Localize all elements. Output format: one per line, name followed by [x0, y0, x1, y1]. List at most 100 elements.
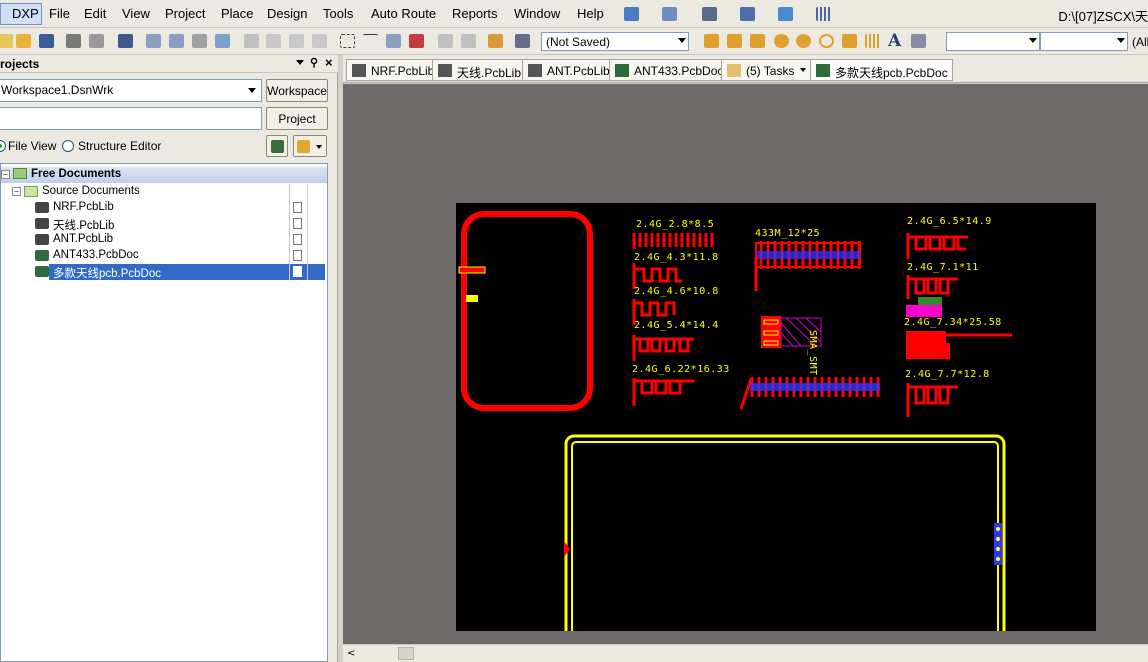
menu-view[interactable]: View	[122, 6, 150, 21]
menu-design[interactable]: Design	[267, 6, 307, 21]
room-icon[interactable]	[778, 7, 793, 21]
polygon-icon[interactable]	[865, 34, 880, 48]
collapse-icon[interactable]: −	[1, 170, 10, 179]
move-icon[interactable]	[363, 34, 378, 48]
board-outline-outer	[564, 434, 1006, 648]
scroll-thumb[interactable]	[398, 647, 414, 660]
zoom-filter-icon[interactable]	[215, 34, 230, 48]
open-folder-icon[interactable]	[16, 34, 31, 48]
save-state-combo[interactable]: (Not Saved)	[541, 32, 689, 51]
tree-file-item[interactable]: ANT.PcbLib	[1, 232, 327, 248]
fill-icon[interactable]	[842, 34, 857, 48]
project-options-button[interactable]	[266, 135, 288, 157]
pcblib-icon	[35, 218, 49, 229]
menu-auto-route[interactable]: Auto Route	[371, 6, 436, 21]
pcb-board[interactable]: 2.4G_2.8*8.5 2.4G_4.3*11.8 2.4G_4.6*10.8…	[456, 203, 1096, 648]
route-icon[interactable]	[704, 34, 719, 48]
string-icon[interactable]: A	[888, 31, 901, 51]
layers-icon[interactable]	[118, 34, 133, 48]
project-field[interactable]	[0, 107, 262, 130]
tab-label: (5) Tasks	[746, 64, 795, 78]
menu-reports[interactable]: Reports	[452, 6, 498, 21]
label-24g-7-7x12-8: 2.4G_7.7*12.8	[905, 369, 990, 380]
tree-file-item[interactable]: 多款天线pcb.PcbDoc	[35, 264, 325, 280]
rubber-stamp-icon[interactable]	[312, 34, 327, 48]
tab-ant433-pcbdoc[interactable]: ANT433.PcbDoc	[609, 59, 729, 81]
tab-antenna-pcblib[interactable]: 天线.PcbLib	[432, 59, 527, 81]
label-433m-12x25: 433M_12*25	[755, 228, 821, 239]
chip-antenna-body	[918, 297, 942, 305]
pad-icon[interactable]	[774, 34, 789, 48]
pcblib-icon	[35, 234, 49, 245]
tree-file-item[interactable]: 天线.PcbLib	[1, 216, 327, 232]
menu-project[interactable]: Project	[165, 6, 205, 21]
print-icon[interactable]	[66, 34, 81, 48]
helix-433m	[754, 241, 861, 291]
menu-help[interactable]: Help	[577, 6, 604, 21]
file-view-label: File View	[8, 139, 57, 153]
browse-icon[interactable]	[515, 34, 530, 48]
tab-multi-antenna-pcbdoc[interactable]: 多款天线pcb.PcbDoc	[810, 59, 953, 81]
print-preview-icon[interactable]	[89, 34, 104, 48]
multi-route-icon[interactable]	[750, 34, 765, 48]
new-icon[interactable]	[0, 34, 13, 48]
zoom-select-icon[interactable]	[192, 34, 207, 48]
horizontal-scrollbar[interactable]: <	[343, 644, 1148, 662]
deselect-icon[interactable]	[386, 34, 401, 48]
menu-place[interactable]: Place	[221, 6, 254, 21]
panel-menu-button[interactable]	[293, 135, 327, 157]
via-icon[interactable]	[796, 34, 811, 48]
align-icon[interactable]	[662, 7, 677, 21]
pcbdoc-icon	[35, 250, 49, 261]
tree-file-item[interactable]: NRF.PcbLib	[1, 200, 327, 216]
tree-file-item[interactable]: ANT433.PcbDoc	[1, 248, 327, 264]
select-area-icon[interactable]	[340, 34, 355, 48]
pcbdoc-icon	[615, 64, 629, 77]
chevron-down-icon	[678, 38, 686, 43]
grid-icon[interactable]	[816, 7, 831, 21]
redo-icon[interactable]	[461, 34, 476, 48]
copy-icon[interactable]	[266, 34, 281, 48]
close-icon[interactable]: ×	[325, 55, 333, 70]
diff-pair-icon[interactable]	[727, 34, 742, 48]
file-view-radio[interactable]	[0, 140, 6, 152]
cross-probe-icon[interactable]	[488, 34, 503, 48]
pcblib-icon	[528, 64, 542, 77]
tab-ant-pcblib[interactable]: ANT.PcbLib	[522, 59, 615, 81]
menu-window[interactable]: Window	[514, 6, 560, 21]
workspace-combo[interactable]: Workspace1.DsnWrk	[0, 79, 262, 102]
binoculars-icon[interactable]	[702, 7, 717, 21]
clear-filter-icon[interactable]	[409, 34, 424, 48]
collapse-icon[interactable]: −	[12, 187, 21, 196]
cut-icon[interactable]	[244, 34, 259, 48]
zoom-fit-icon[interactable]	[146, 34, 161, 48]
net-combo[interactable]	[1040, 32, 1128, 51]
menu-tools[interactable]: Tools	[323, 6, 353, 21]
arc-icon[interactable]	[819, 34, 834, 48]
paste-icon[interactable]	[289, 34, 304, 48]
menu-edit[interactable]: Edit	[84, 6, 106, 21]
scroll-left-icon[interactable]: <	[347, 648, 355, 659]
tree-group-free-documents[interactable]: − Free Documents	[1, 167, 327, 183]
tree-folder-source-documents[interactable]: − Source Documents	[1, 184, 327, 200]
document-icon	[293, 234, 302, 245]
chart-icon[interactable]	[624, 7, 639, 21]
folder-label: Source Documents	[42, 185, 140, 197]
menu-dxp[interactable]: DXP	[0, 3, 42, 25]
workspace-button[interactable]: Workspace	[266, 79, 328, 102]
pin-icon[interactable]: ⚲	[310, 56, 318, 69]
component-icon[interactable]	[911, 34, 926, 48]
filter-all[interactable]: (All	[1132, 35, 1148, 49]
tab-nrf-pcblib[interactable]: NRF.PcbLib	[346, 59, 440, 81]
panel-title-text: Projects	[0, 57, 40, 71]
zoom-area-icon[interactable]	[169, 34, 184, 48]
save-icon[interactable]	[39, 34, 54, 48]
undo-icon[interactable]	[438, 34, 453, 48]
menu-file[interactable]: File	[49, 6, 70, 21]
chevron-down-icon[interactable]	[296, 60, 304, 65]
layer-combo[interactable]	[946, 32, 1040, 51]
structure-editor-radio[interactable]	[62, 140, 74, 152]
tab-tasks[interactable]: (5) Tasks	[721, 59, 812, 81]
project-button[interactable]: Project	[266, 107, 328, 130]
distribute-icon[interactable]	[740, 7, 755, 21]
